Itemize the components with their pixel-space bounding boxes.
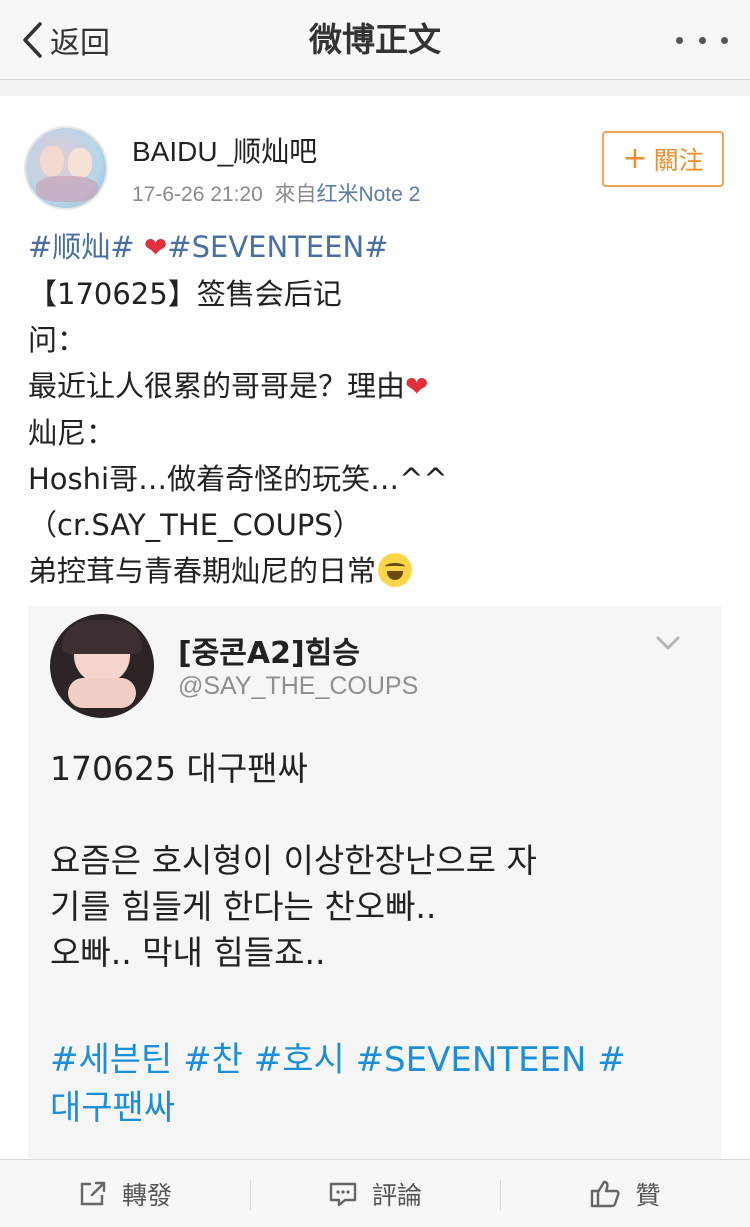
topic-link[interactable]: #顺灿# [28,230,135,264]
tweet-hashtags: #세븐틴 #찬 #호시 #SEVENTEEN # 대구팬싸 [50,1036,710,1132]
tweet-line: 요즘은 호시형이 이상한장난으로 자 [50,841,537,880]
post-line: 弟控茸与青春期灿尼的日常 [28,548,728,594]
avatar-hands [68,678,136,708]
back-button[interactable]: 返回 [20,18,110,62]
more-button[interactable] [676,22,728,58]
topic-link[interactable]: #SEVENTEEN# [167,230,388,264]
more-dot [698,36,706,44]
follow-button[interactable]: + 關注 [602,131,724,187]
avatar-shade [36,176,98,202]
chevron-left-icon [20,20,46,60]
post-line-text: 弟控茸与青春期灿尼的日常 [28,554,377,588]
post-line: 灿尼： [28,416,116,450]
post-image-tweet[interactable]: [중콘A2]힘승 @SAY_THE_COUPS 170625 대구팬싸 요즘은 … [28,606,722,1159]
post-source[interactable]: 红米Note 2 [316,183,420,206]
comment-button[interactable]: 評論 [250,1160,500,1227]
tweet-tag-line: 대구팬싸 [50,1088,176,1128]
post-line: （cr.SAY_THE_COUPS） [28,508,362,542]
post-line-text: 最近让人很累的哥哥是？理由 [28,369,406,403]
tweet-author-name: [중콘A2]힘승 [178,636,360,671]
thumbs-up-icon [589,1179,635,1209]
tweet-line: 170625 대구팬싸 [50,749,308,788]
plus-icon: + [622,141,648,176]
post-meta: 17-6-26 21:20 來自红米Note 2 [132,178,420,208]
tweet-handle: @SAY_THE_COUPS [178,672,419,700]
comment-label: 評論 [371,1180,422,1210]
post-card: BAIDU_顺灿吧 17-6-26 21:20 來自红米Note 2 + 關注 … [0,96,750,1159]
tweet-avatar [50,614,154,718]
avatar[interactable] [24,126,108,210]
tweet-tag-line: #세븐틴 #찬 #호시 #SEVENTEEN # [50,1040,626,1080]
post-line: 问： [28,323,87,357]
heart-icon: ❤ [405,370,429,403]
repost-label: 轉發 [121,1180,172,1210]
follow-label: 關注 [653,146,704,175]
more-dots-icon [676,36,683,44]
avatar-hair [62,620,142,654]
like-label: 贊 [635,1180,661,1210]
post-line: 最近让人很累的哥哥是？理由❤ [28,363,728,410]
heart-icon: ❤ [143,231,168,264]
chevron-down-icon [654,634,682,656]
avatar-figure [68,148,92,178]
tweet-text: 170625 대구팬싸 요즘은 호시형이 이상한장난으로 자 기를 힘들게 한다… [50,746,710,976]
avatar-figure [40,146,64,176]
post-line: 【170625】签售会后记 [28,277,342,311]
more-dot [721,36,728,44]
back-label: 返回 [50,26,110,61]
share-icon [78,1180,122,1208]
source-prefix: 來自 [274,183,317,206]
post-text: #顺灿# ❤#SEVENTEEN# 【170625】签售会后记 问： 最近让人很… [28,224,728,594]
post-line: Hoshi哥…做着奇怪的玩笑…^^ [28,462,448,496]
author-name[interactable]: BAIDU_顺灿吧 [132,130,317,170]
tweet-line: 오빠.. 막내 힘들죠.. [50,933,326,972]
like-button[interactable]: 贊 [500,1160,750,1227]
comment-icon [328,1180,372,1208]
navigation-bar: 返回 微博正文 [0,0,750,80]
tweet-line [50,792,710,838]
repost-button[interactable]: 轉發 [0,1160,250,1227]
action-bar: 轉發 評論 贊 [0,1159,750,1227]
topics-line: #顺灿# ❤#SEVENTEEN# [28,224,728,271]
tweet-line: 기를 힘들게 한다는 찬오빠.. [50,887,437,926]
post-time: 17-6-26 21:20 [132,183,263,206]
page-title: 微博正文 [309,20,441,59]
laughing-tears-emoji-icon [378,553,413,587]
